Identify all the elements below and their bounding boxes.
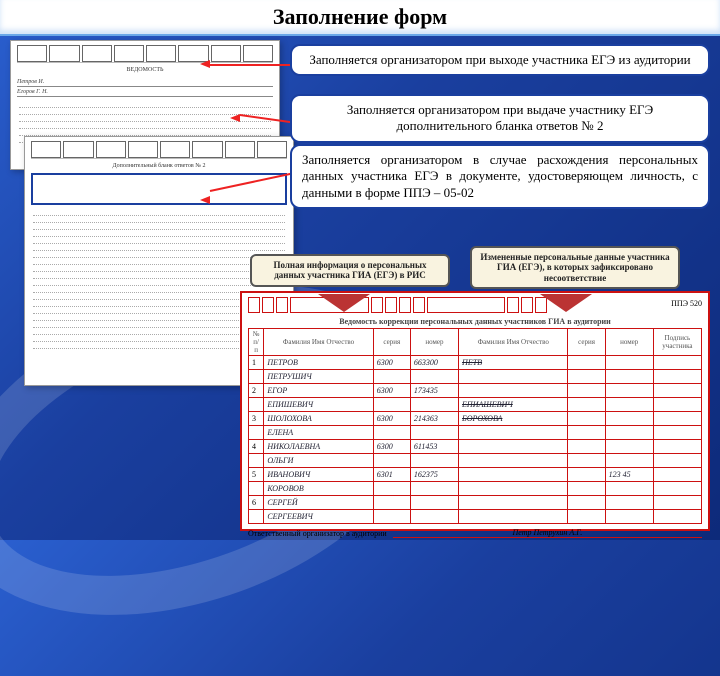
- content-area: Заполняется организатором при выходе уча…: [0, 36, 720, 540]
- arrow-1-head: [200, 60, 210, 68]
- table-row: ОЛЬГИ: [249, 454, 702, 468]
- table-row: КОРОВОВ: [249, 482, 702, 496]
- table-row: 5ИВАНОВИЧ6301162375123 45: [249, 468, 702, 482]
- footer-signature: Петр Петрухин А.Г.: [393, 528, 702, 538]
- correction-table: № п/п Фамилия Имя Отчество серия номер Ф…: [248, 328, 702, 524]
- bf-header-cells: ППЭ 520: [248, 297, 702, 313]
- th-sign: Подпись участника: [653, 329, 701, 356]
- sheet1-title: ВЕДОМОСТЬ: [11, 67, 279, 73]
- th-num2: номер: [410, 329, 458, 356]
- name-row-1: Петров И.: [17, 77, 273, 87]
- table-row: ЕЛЕНА: [249, 426, 702, 440]
- callout-exit: Заполняется организатором при выходе уча…: [290, 44, 710, 76]
- sheet2-title: Дополнительный бланк ответов № 2: [25, 163, 293, 169]
- table-row: 3ШОЛОХОВА6300214363БОРОХОВА: [249, 412, 702, 426]
- down-arrow-left: [318, 294, 370, 312]
- callout-mismatch: Заполняется организатором в случае расхо…: [290, 144, 710, 209]
- name-row-2: Егоров Г. Н.: [17, 87, 273, 97]
- arrow-2-head: [230, 114, 240, 122]
- th-ser: серия: [373, 329, 410, 356]
- bf-footer: Ответственный организатор в аудитории Пе…: [248, 528, 702, 538]
- sheet2-header: [31, 141, 287, 159]
- footer-label: Ответственный организатор в аудитории: [248, 529, 387, 538]
- table-row: ЕПИШЕВИЧЕПИАШЕВИЧ: [249, 398, 702, 412]
- table-row: 2ЕГОР6300173435: [249, 384, 702, 398]
- correction-form: ППЭ 520 Ведомость коррекции персональных…: [240, 291, 710, 531]
- th-num: № п/п: [249, 329, 264, 356]
- page-title: Заполнение форм: [0, 0, 720, 36]
- down-arrow-right: [540, 294, 592, 312]
- col-label-full-info: Полная информация о персональных данных …: [250, 254, 450, 287]
- sheet1-names: Петров И. Егоров Г. Н.: [17, 77, 273, 97]
- table-row: 6СЕРГЕЙ: [249, 496, 702, 510]
- callout-extra-blank: Заполняется организатором при выдаче уча…: [290, 94, 710, 143]
- table-row: СЕРГЕЕВИЧ: [249, 510, 702, 524]
- table-row: 4НИКОЛАЕВНА6300611453: [249, 440, 702, 454]
- sheet1-header: [17, 45, 273, 63]
- arrow-1: [210, 64, 294, 66]
- th-fio2: Фамилия Имя Отчество: [459, 329, 568, 356]
- th-numb2: номер: [605, 329, 653, 356]
- table-row: ПЕТРУШИЧ: [249, 370, 702, 384]
- th-fio: Фамилия Имя Отчество: [264, 329, 373, 356]
- col-label-changed-info: Измененные персональные данные участника…: [470, 246, 680, 289]
- th-ser2: серия: [568, 329, 605, 356]
- arrow-3-head: [200, 196, 210, 204]
- bf-title: Ведомость коррекции персональных данных …: [248, 317, 702, 326]
- table-row: 1ПЕТРОВ6300663300ПЕТВ: [249, 356, 702, 370]
- sheet2-highlight: [31, 173, 287, 205]
